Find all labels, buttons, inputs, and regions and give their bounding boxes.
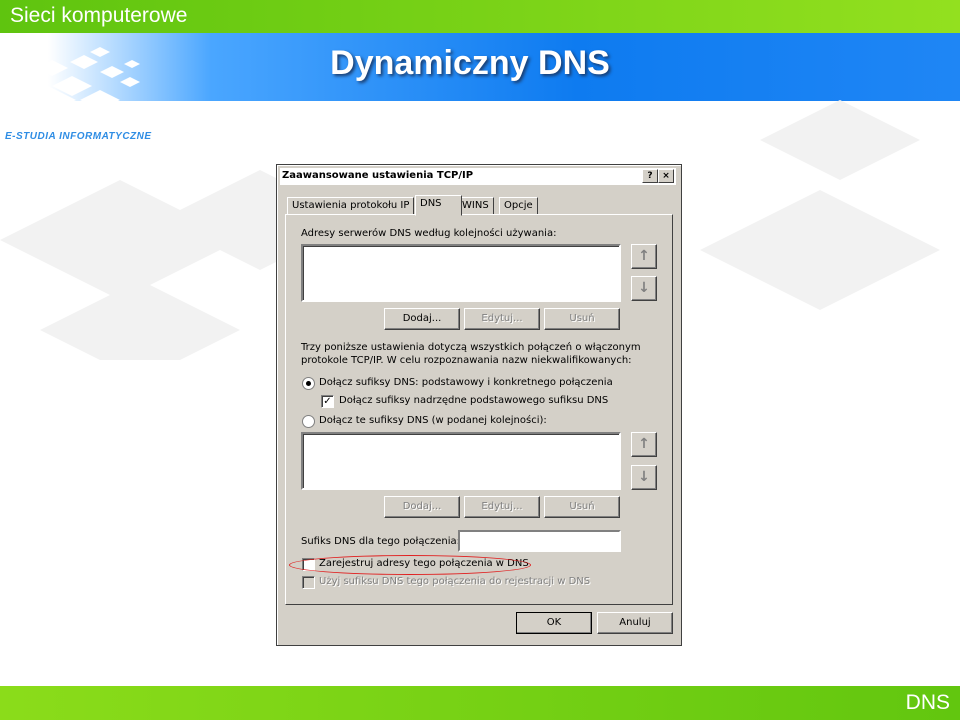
suffix-move-down-button[interactable]: ↓ <box>631 465 657 490</box>
suffix-label: Sufiks DNS dla tego połączenia: <box>301 536 460 547</box>
course-title: Sieci komputerowe <box>10 4 188 27</box>
close-button[interactable]: × <box>658 169 674 183</box>
tab-ip-settings[interactable]: Ustawienia protokołu IP <box>287 197 415 215</box>
tab-options[interactable]: Opcje <box>499 197 538 215</box>
remove-server-button[interactable]: Usuń <box>544 308 620 330</box>
add-suffix-button[interactable]: Dodaj... <box>384 496 460 518</box>
dns-suffixes-listbox[interactable] <box>301 432 621 490</box>
radio-custom-suffixes[interactable] <box>302 415 315 428</box>
tab-wins[interactable]: WINS <box>457 197 494 215</box>
suffix-input[interactable] <box>458 530 621 552</box>
footer-bar: DNS <box>0 686 960 720</box>
checkbox-parent-label: Dołącz sufiksy nadrzędne podstawowego su… <box>339 395 609 406</box>
info-text-line1: Trzy poniższe ustawienia dotyczą wszystk… <box>301 342 641 353</box>
tab-dns[interactable]: DNS <box>415 195 462 216</box>
arrow-down-icon: ↓ <box>638 280 650 296</box>
edit-suffix-button[interactable]: Edytuj... <box>464 496 540 518</box>
info-text-line2: protokole TCP/IP. W celu rozpoznawania n… <box>301 355 632 366</box>
remove-suffix-button[interactable]: Usuń <box>544 496 620 518</box>
advanced-tcpip-dialog: Zaawansowane ustawienia TCP/IP ? × Ustaw… <box>276 164 682 646</box>
checkbox-use-suffix[interactable] <box>302 576 315 589</box>
dns-tab-panel: Adresy serwerów DNS według kolejności uż… <box>285 214 673 605</box>
arrow-up-icon: ↑ <box>638 436 650 452</box>
radio-primary-suffixes[interactable] <box>302 377 315 390</box>
radio-primary-label: Dołącz sufiksy DNS: podstawowy i konkret… <box>319 377 613 388</box>
section-label: DNS <box>905 691 950 714</box>
arrow-down-icon: ↓ <box>638 469 650 485</box>
arrow-up-icon: ↑ <box>638 248 650 264</box>
help-button[interactable]: ? <box>642 169 658 183</box>
radio-custom-label: Dołącz te sufiksy DNS (w podanej kolejno… <box>319 415 547 426</box>
suffix-move-up-button[interactable]: ↑ <box>631 432 657 457</box>
ok-button[interactable]: OK <box>516 612 592 634</box>
dialog-titlebar: Zaawansowane ustawienia TCP/IP <box>280 168 676 185</box>
use-suffix-label: Użyj sufiksu DNS tego połączenia do reje… <box>319 576 591 587</box>
header-bar: Sieci komputerowe <box>0 0 960 33</box>
move-up-button[interactable]: ↑ <box>631 244 657 269</box>
checkbox-parent-suffixes[interactable]: ✓ <box>321 395 334 408</box>
dns-servers-listbox[interactable] <box>301 244 621 302</box>
add-server-button[interactable]: Dodaj... <box>384 308 460 330</box>
dialog-title: Zaawansowane ustawienia TCP/IP <box>282 170 474 181</box>
highlight-ellipse <box>289 555 531 575</box>
edit-server-button[interactable]: Edytuj... <box>464 308 540 330</box>
cancel-button[interactable]: Anuluj <box>597 612 673 634</box>
move-down-button[interactable]: ↓ <box>631 276 657 301</box>
dns-servers-label: Adresy serwerów DNS według kolejności uż… <box>301 228 557 239</box>
